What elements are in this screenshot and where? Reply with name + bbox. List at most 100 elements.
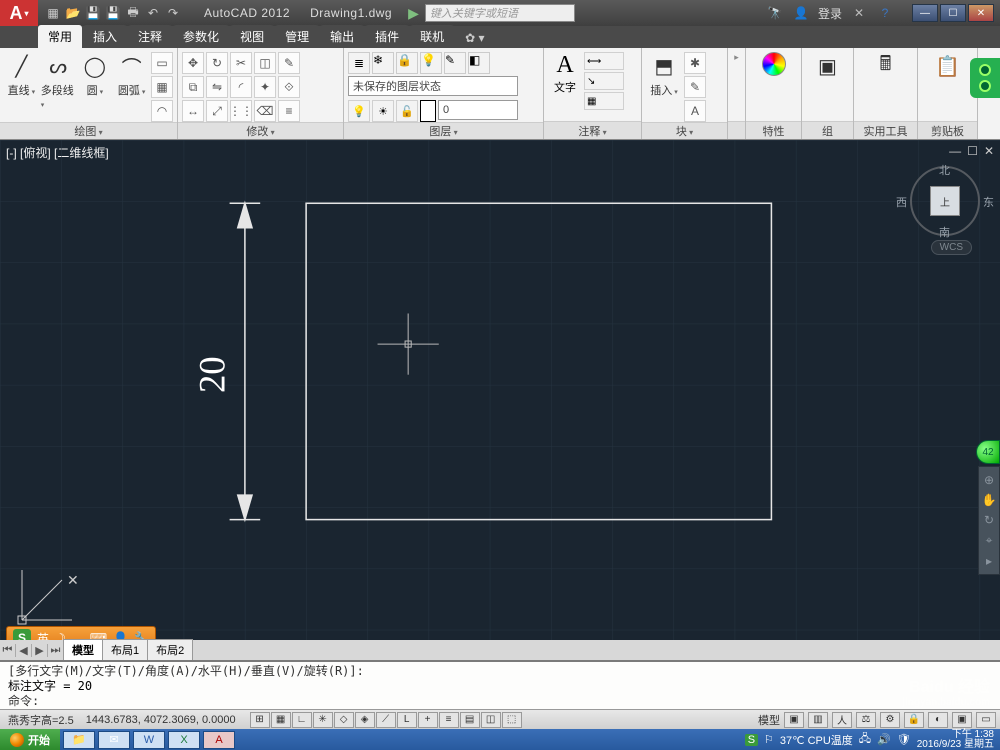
zoom-extents-icon[interactable]: ⊕ (984, 473, 994, 487)
layer-match-icon[interactable]: ✎ (444, 52, 466, 74)
create-block-icon[interactable]: ✱ (684, 52, 706, 74)
dim-linear-icon[interactable]: ⟷ (584, 52, 624, 70)
maximize-button[interactable]: ☐ (940, 4, 966, 22)
sheet-prev-icon[interactable]: ◀ (16, 644, 32, 657)
layer-current-combo[interactable]: 0 (438, 100, 518, 120)
tab-home[interactable]: 常用 (38, 25, 82, 48)
calc-button[interactable]: 🖩 (868, 52, 904, 80)
layer-bulb-icon[interactable]: 💡 (348, 100, 370, 122)
text-button[interactable]: A文字 (548, 52, 582, 95)
stretch-icon[interactable]: ↔ (182, 100, 204, 122)
otrack-toggle[interactable]: ⟋ (376, 712, 396, 728)
undo-icon[interactable]: ↶ (144, 4, 162, 22)
tab-annotate[interactable]: 注释 (128, 25, 172, 48)
layer-sun-icon[interactable]: ☀ (372, 100, 394, 122)
leader-icon[interactable]: ↘ (584, 72, 624, 90)
tpy-toggle[interactable]: ▤ (460, 712, 480, 728)
explode-icon[interactable]: ✦ (254, 76, 276, 98)
tray-sogou-icon[interactable]: S (745, 734, 758, 746)
tab-output[interactable]: 输出 (320, 25, 364, 48)
layer-state-combo[interactable]: 未保存的图层状态 (348, 76, 518, 96)
arc-button[interactable]: ⌒圆弧 (114, 52, 149, 98)
layer-color-swatch[interactable] (420, 100, 436, 122)
layer-lock2-icon[interactable]: 🔓 (396, 100, 418, 122)
array-icon[interactable]: ⋮⋮ (230, 100, 252, 122)
view-cube[interactable]: 北 南 西 东 上 (910, 166, 980, 236)
insert-button[interactable]: ⬒插入 (646, 52, 682, 98)
task-excel[interactable]: X (168, 731, 200, 749)
ducs-toggle[interactable]: L (397, 712, 417, 728)
help-search-input[interactable]: 键入关键字或短语 (425, 4, 575, 22)
scale-icon[interactable]: ⤢ (206, 100, 228, 122)
steering-icon[interactable]: ⌖ (986, 533, 993, 548)
hatch-icon[interactable]: ▦ (151, 76, 173, 98)
status-clean-icon[interactable]: ▭ (976, 712, 996, 728)
sheet-first-icon[interactable]: ⏮ (0, 644, 16, 657)
sc-toggle[interactable]: ⬚ (502, 712, 522, 728)
status-lock-icon[interactable]: 🔒 (904, 712, 924, 728)
offset-icon[interactable]: ◫ (254, 52, 276, 74)
task-outlook[interactable]: ✉ (98, 731, 130, 749)
binoculars-icon[interactable]: 🔭 (766, 4, 784, 22)
lwt-toggle[interactable]: ≡ (439, 712, 459, 728)
layer-lock-icon[interactable]: 🔒 (396, 52, 418, 74)
modify-extra3-icon[interactable]: ≡ (278, 100, 300, 122)
trim-icon[interactable]: ✂ (230, 52, 252, 74)
copy-icon[interactable]: ⧉ (182, 76, 204, 98)
status-hw-icon[interactable]: ◐ (928, 712, 948, 728)
tray-clock[interactable]: 下午 1:38 2016/9/23 星期五 (917, 730, 994, 750)
layer-freeze-icon[interactable]: ❄ (372, 52, 394, 74)
tray-vol-icon[interactable]: 🔊 (877, 733, 891, 746)
circle-button[interactable]: ◯圆 (78, 52, 113, 98)
paste-button[interactable]: 📋 (930, 52, 966, 80)
tab-insert[interactable]: 插入 (83, 25, 127, 48)
showmotion-icon[interactable]: ▸ (986, 554, 992, 568)
tab-manage[interactable]: 管理 (275, 25, 319, 48)
status-scale-icon[interactable]: ⚖ (856, 712, 876, 728)
vc-top-face[interactable]: 上 (930, 186, 960, 216)
task-word[interactable]: W (133, 731, 165, 749)
sheet-model[interactable]: 模型 (63, 639, 103, 661)
rectangle-icon[interactable]: ▭ (151, 52, 173, 74)
table-icon[interactable]: ▦ (584, 92, 624, 110)
tray-flag-icon[interactable]: ⚐ (764, 733, 774, 746)
tray-shield-icon[interactable]: 🛡 (897, 733, 911, 746)
cmd-prompt[interactable]: 命令: (8, 694, 992, 709)
redo-icon[interactable]: ↷ (164, 4, 182, 22)
new-icon[interactable]: ▦ (44, 4, 62, 22)
panel-collapsed[interactable]: ▸ (728, 48, 746, 139)
task-autocad[interactable]: A (203, 731, 235, 749)
ortho-toggle[interactable]: ∟ (292, 712, 312, 728)
qp-toggle[interactable]: ◫ (481, 712, 501, 728)
status-layout-icon[interactable]: ▣ (784, 712, 804, 728)
tab-extra-icon[interactable]: ✿ ▾ (455, 28, 494, 48)
status-iso-icon[interactable]: ▣ (952, 712, 972, 728)
close-button[interactable]: ✕ (968, 4, 994, 22)
ellipse-icon[interactable]: ◠ (151, 100, 173, 122)
snap-toggle[interactable]: ⊞ (250, 712, 270, 728)
tab-parametric[interactable]: 参数化 (173, 25, 229, 48)
user-icon[interactable]: 👤 (792, 4, 810, 22)
tab-view[interactable]: 视图 (230, 25, 274, 48)
layer-props-icon[interactable]: ≣ (348, 52, 370, 74)
saveas-icon[interactable]: 💾 (104, 4, 122, 22)
status-qv-icon[interactable]: ▥ (808, 712, 828, 728)
fillet-icon[interactable]: ◜ (230, 76, 252, 98)
tray-net-icon[interactable]: 🖧 (859, 730, 871, 749)
edit-block-icon[interactable]: ✎ (684, 76, 706, 98)
orbit-icon[interactable]: ↻ (984, 513, 994, 527)
status-ann-icon[interactable]: 人 (832, 712, 852, 728)
exchange-icon[interactable]: ✕ (850, 4, 868, 22)
modify-extra1-icon[interactable]: ✎ (278, 52, 300, 74)
tab-plugins[interactable]: 插件 (365, 25, 409, 48)
task-explorer[interactable]: 📁 (63, 731, 95, 749)
app-menu-button[interactable]: A (0, 0, 38, 26)
3dosnap-toggle[interactable]: ◈ (355, 712, 375, 728)
sheet-next-icon[interactable]: ▶ (32, 644, 48, 657)
rotate-icon[interactable]: ↻ (206, 52, 228, 74)
pan-icon[interactable]: ✋ (982, 493, 997, 507)
help-icon[interactable]: ? (876, 4, 894, 22)
layer-off-icon[interactable]: 💡 (420, 52, 442, 74)
open-icon[interactable]: 📂 (64, 4, 82, 22)
modify-extra2-icon[interactable]: ⟐ (278, 76, 300, 98)
